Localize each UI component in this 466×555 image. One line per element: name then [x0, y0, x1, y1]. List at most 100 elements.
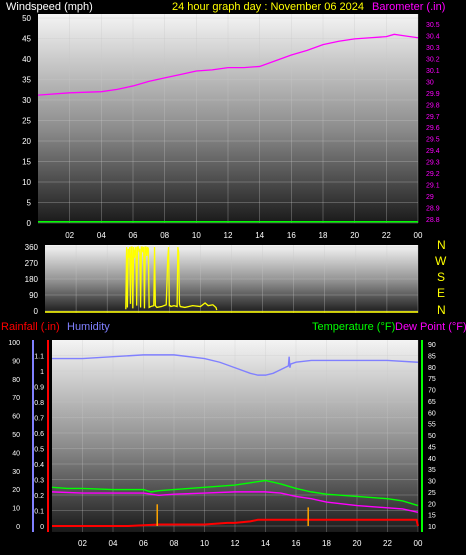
- x-tick-label: 22: [382, 231, 391, 240]
- wind-direction-tick-label: 270: [25, 259, 39, 268]
- barometer-axis: 28.8 28.9 29 29.1 29.2 29.3 29.4 29.5 29.6 29.7 29…: [426, 22, 440, 224]
- x-tick-label: 00: [414, 231, 423, 240]
- humidity-axis-title: Humidity: [67, 321, 110, 333]
- windspeed-tick-label: 20: [22, 137, 31, 146]
- x-tick-label: 04: [109, 539, 118, 548]
- wind-direction-axis: 0 90 180 270 360: [25, 243, 39, 316]
- barometer-tick-label: 29.9: [426, 91, 440, 98]
- windspeed-axis: 0 5 10 15 20 25 30 35 40 45 50: [22, 14, 31, 228]
- x-tick-label: 22: [383, 539, 392, 548]
- barometer-tick-label: 28.8: [426, 217, 440, 224]
- humidity-tick-label: 30: [12, 469, 20, 476]
- x-tick-label: 14: [255, 231, 264, 240]
- barometer-tick-label: 30.2: [426, 56, 440, 63]
- barometer-tick-label: 29.2: [426, 171, 440, 178]
- windspeed-tick-label: 5: [27, 199, 32, 208]
- windspeed-tick-label: 50: [22, 14, 31, 23]
- temp-humidity-rain-panel: 0102030405060708090100 00.10.20.30.40.50…: [8, 340, 436, 548]
- temperature-tick-label: 40: [428, 456, 436, 463]
- x-tick-label: 10: [200, 539, 209, 548]
- windspeed-tick-label: 30: [22, 96, 31, 105]
- x-tick-label: 10: [192, 231, 201, 240]
- barometer-tick-label: 30.1: [426, 68, 440, 75]
- temp-humidity-x-axis: 02 04 06 08 10 12 14 16 18 20 22 00: [78, 539, 423, 548]
- windspeed-tick-label: 45: [22, 35, 31, 44]
- humidity-tick-label: 10: [12, 506, 20, 513]
- rainfall-tick-label: 0.2: [34, 493, 44, 500]
- windspeed-tick-label: 25: [22, 117, 31, 126]
- temperature-tick-label: 75: [428, 376, 436, 383]
- wind-baro-panel: 05101520253035404550 28.828.92929.129.22…: [22, 14, 440, 240]
- barometer-axis-title: Barometer (.in): [372, 1, 445, 13]
- windspeed-tick-label: 15: [22, 158, 31, 167]
- compass-n-top: N: [437, 238, 446, 252]
- temperature-tick-label: 45: [428, 444, 436, 451]
- temperature-tick-label: 15: [428, 513, 436, 520]
- x-tick-label: 06: [129, 231, 138, 240]
- windspeed-tick-label: 40: [22, 55, 31, 64]
- wind-direction-tick-label: 90: [29, 291, 38, 300]
- wind-baro-x-axis: 02 04 06 08 10 12 14 16 18 20 22 00: [65, 231, 423, 240]
- rainfall-tick-label: 1.1: [34, 354, 44, 361]
- barometer-tick-label: 29.7: [426, 114, 440, 121]
- barometer-tick-label: 30.5: [426, 22, 440, 29]
- x-tick-label: 18: [322, 539, 331, 548]
- humidity-tick-label: 0: [16, 524, 20, 531]
- barometer-tick-label: 30: [426, 79, 434, 86]
- barometer-tick-label: 29.6: [426, 125, 440, 132]
- compass-n-bottom: N: [437, 303, 446, 317]
- wind-direction-tick-label: 360: [25, 243, 39, 252]
- weather-graphs: Windspeed (mph) 24 hour graph day : Nove…: [1, 1, 466, 548]
- wind-direction-panel: 0 90 180 270 360 N W S E N: [25, 238, 447, 317]
- rainfall-tick-label: 0.1: [34, 509, 44, 516]
- compass-e: E: [437, 286, 445, 300]
- compass-s: S: [437, 270, 445, 284]
- x-tick-label: 02: [65, 231, 74, 240]
- barometer-tick-label: 30.3: [426, 45, 440, 52]
- temperature-tick-label: 65: [428, 399, 436, 406]
- rainfall-tick-label: 1: [40, 369, 44, 376]
- x-tick-label: 08: [170, 539, 179, 548]
- temperature-tick-label: 85: [428, 353, 436, 360]
- barometer-tick-label: 30.4: [426, 33, 440, 40]
- dewpoint-axis-title: Dew Point (°F): [395, 321, 466, 333]
- rainfall-tick-label: 0.7: [34, 416, 44, 423]
- humidity-tick-label: 60: [12, 414, 20, 421]
- temperature-tick-label: 35: [428, 467, 436, 474]
- windspeed-tick-label: 0: [27, 219, 32, 228]
- temperature-tick-label: 25: [428, 490, 436, 497]
- chart-title: 24 hour graph day : November 06 2024: [172, 1, 364, 13]
- temperature-tick-label: 30: [428, 479, 436, 486]
- x-tick-label: 20: [350, 231, 359, 240]
- temperature-axis: 10 15 20 25 30 35 40 45 50 55 60 65 70 75 80 85 90: [428, 342, 436, 531]
- humidity-tick-label: 40: [12, 450, 20, 457]
- x-tick-label: 12: [224, 231, 233, 240]
- x-tick-label: 16: [287, 231, 296, 240]
- temperature-tick-label: 50: [428, 433, 436, 440]
- rainfall-tick-label: 0: [40, 524, 44, 531]
- temperature-axis-title: Temperature (°F): [312, 321, 395, 333]
- wind-direction-tick-label: 180: [25, 275, 39, 284]
- humidity-tick-label: 70: [12, 395, 20, 402]
- barometer-tick-label: 29.8: [426, 102, 440, 109]
- x-tick-label: 12: [231, 539, 240, 548]
- humidity-tick-label: 20: [12, 487, 20, 494]
- humidity-axis: 0 10 20 30 40 50 60 70 80 90 100: [8, 340, 20, 531]
- barometer-tick-label: 29.5: [426, 137, 440, 144]
- temperature-tick-label: 55: [428, 422, 436, 429]
- x-tick-label: 14: [261, 539, 270, 548]
- compass-w: W: [435, 254, 447, 268]
- barometer-tick-label: 29: [426, 194, 434, 201]
- temperature-tick-label: 10: [428, 524, 436, 531]
- rainfall-tick-label: 0.4: [34, 462, 44, 469]
- rainfall-tick-label: 0.3: [34, 478, 44, 485]
- rainfall-tick-label: 0.6: [34, 431, 44, 438]
- x-tick-label: 08: [160, 231, 169, 240]
- x-tick-label: 06: [139, 539, 148, 548]
- barometer-tick-label: 29.3: [426, 160, 440, 167]
- barometer-tick-label: 29.4: [426, 148, 440, 155]
- windspeed-tick-label: 35: [22, 76, 31, 85]
- temperature-tick-label: 20: [428, 501, 436, 508]
- humidity-tick-label: 50: [12, 432, 20, 439]
- humidity-tick-label: 90: [12, 358, 20, 365]
